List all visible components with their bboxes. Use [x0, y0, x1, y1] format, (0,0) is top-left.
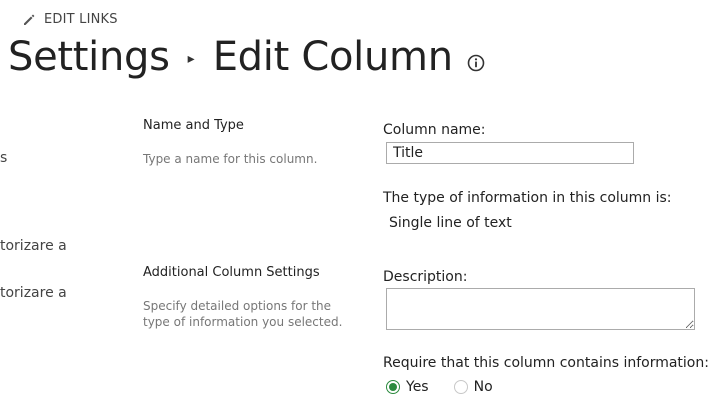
radio-unselected-icon[interactable]: [453, 380, 468, 394]
edit-links-button[interactable]: EDIT LINKS: [22, 12, 118, 27]
section-description-name-type: Type a name for this column.: [143, 152, 318, 166]
description-label: Description:: [383, 269, 468, 285]
radio-selected-icon[interactable]: [386, 380, 400, 394]
left-nav-item[interactable]: s: [0, 150, 7, 166]
breadcrumb-separator: ▸: [187, 51, 195, 67]
require-no-option[interactable]: No: [453, 379, 493, 395]
left-nav-item[interactable]: torizare a: [0, 285, 67, 301]
type-value: Single line of text: [389, 215, 512, 231]
column-name-input[interactable]: [386, 142, 634, 164]
page-title: Settings ▸ Edit Column: [8, 30, 485, 84]
description-textarea[interactable]: [386, 288, 695, 330]
left-nav-item[interactable]: torizare a: [0, 238, 67, 254]
type-label: The type of information in this column i…: [383, 190, 672, 206]
require-yes-option[interactable]: Yes: [386, 379, 429, 395]
require-yes-label: Yes: [406, 379, 429, 395]
column-name-label: Column name:: [383, 122, 486, 138]
require-radio-group: Yes No: [386, 379, 493, 395]
require-label: Require that this column contains inform…: [383, 355, 709, 371]
breadcrumb-settings[interactable]: Settings: [8, 34, 170, 80]
info-icon[interactable]: [467, 54, 485, 72]
pencil-icon: [24, 14, 35, 25]
section-title-additional-settings: Additional Column Settings: [143, 265, 320, 280]
section-description-additional-settings: Specify detailed options for the type of…: [143, 299, 343, 329]
require-no-label: No: [473, 379, 493, 395]
breadcrumb-edit-column: Edit Column: [212, 34, 453, 80]
section-title-name-type: Name and Type: [143, 118, 244, 133]
edit-links-label: EDIT LINKS: [44, 12, 118, 27]
